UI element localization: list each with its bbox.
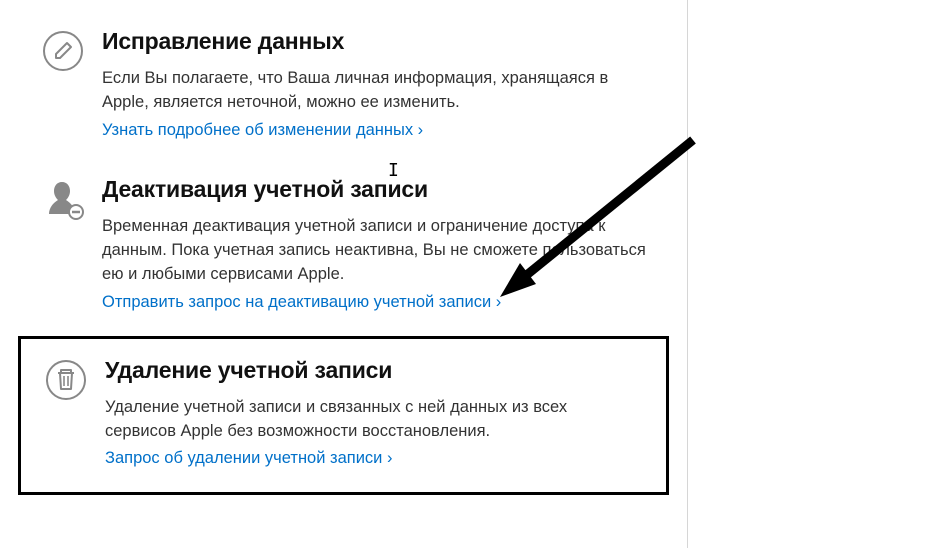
- section-correct-data: Исправление данных Если Вы полагаете, чт…: [0, 10, 687, 158]
- section-title: Деактивация учетной записи: [102, 176, 657, 203]
- delete-account-link[interactable]: Запрос об удалении учетной записи: [105, 449, 393, 468]
- section-description: Удаление учетной записи и связанных с не…: [105, 396, 636, 444]
- section-title: Исправление данных: [102, 28, 657, 55]
- settings-panel: Исправление данных Если Вы полагаете, чт…: [0, 0, 688, 548]
- section-deactivate-account: Деактивация учетной записи Временная деа…: [0, 158, 687, 330]
- highlighted-delete-box: Удаление учетной записи Удаление учетной…: [18, 336, 669, 496]
- section-title: Удаление учетной записи: [105, 357, 636, 384]
- section-body: Деактивация учетной записи Временная деа…: [102, 176, 687, 312]
- correct-data-link[interactable]: Узнать подробнее об изменении данных: [102, 121, 423, 140]
- section-description: Если Вы полагаете, что Ваша личная инфор…: [102, 67, 657, 115]
- section-description: Временная деактивация учетной записи и о…: [102, 215, 657, 287]
- section-delete-account: Удаление учетной записи Удаление учетной…: [21, 339, 666, 493]
- section-body: Исправление данных Если Вы полагаете, чт…: [102, 28, 687, 140]
- trash-icon: [45, 357, 105, 401]
- section-body: Удаление учетной записи Удаление учетной…: [105, 357, 666, 469]
- pencil-icon: [42, 28, 102, 72]
- person-deactivate-icon: [42, 176, 102, 222]
- deactivate-account-link[interactable]: Отправить запрос на деактивацию учетной …: [102, 293, 501, 312]
